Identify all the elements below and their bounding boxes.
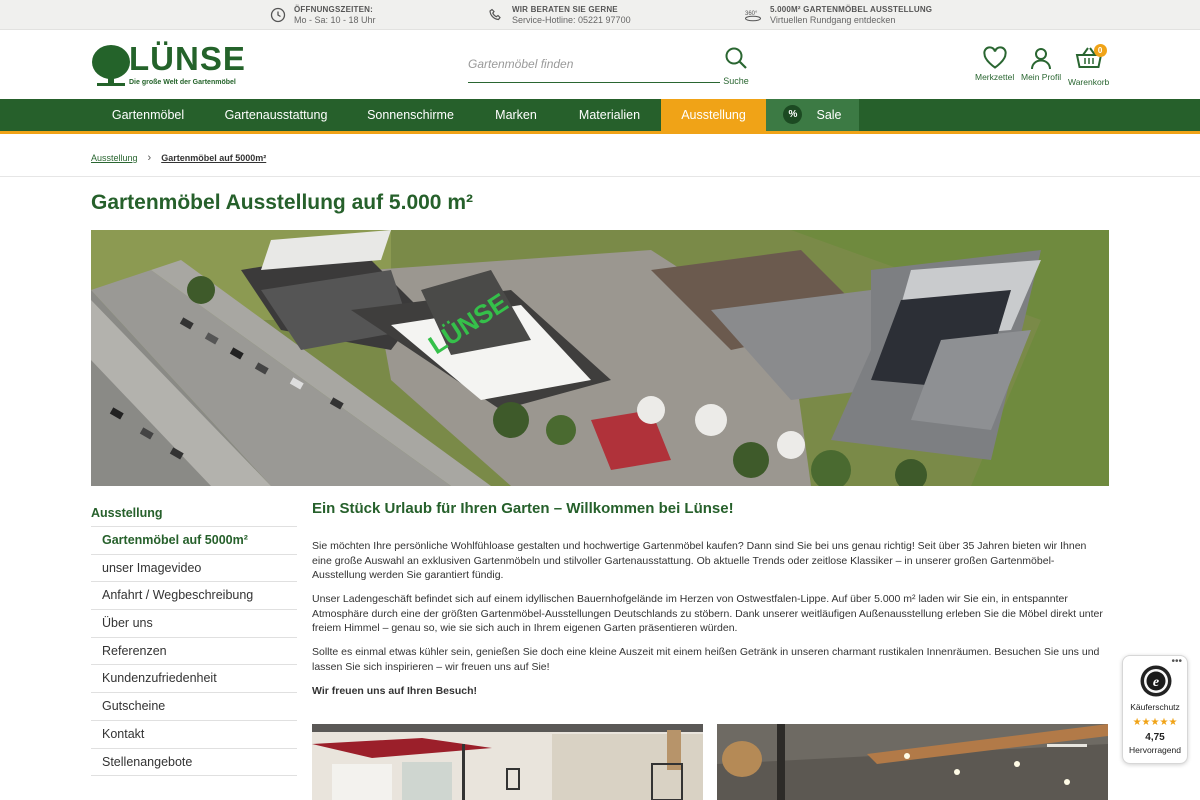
virtual-tour-link[interactable]: 360° 5.000m² GARTENMÖBEL AUSSTELLUNG Vir… [744,4,932,26]
rating-score: 4,75 [1145,732,1165,743]
sidebar-item-kontakt[interactable]: Kontakt [91,721,297,749]
cart-button[interactable]: 0 Warenkorb [1068,44,1110,87]
opening-hours-title: ÖFFNUNGSZEITEN: [294,5,373,14]
chevron-right-icon: › [147,152,152,164]
nav-item-gartenausstattung[interactable]: Gartenausstattung [205,99,347,131]
sidebar: Ausstellung Gartenmöbel auf 5000m² unser… [91,500,297,777]
sidebar-item-gartenmoebel-5000[interactable]: Gartenmöbel auf 5000m² [91,527,297,555]
badge-menu-icon[interactable]: ••• [1171,656,1182,667]
showroom-interior-illustration [717,724,1108,800]
profile-label: Mein Profil [1021,72,1062,82]
breadcrumb-ausstellung[interactable]: Ausstellung [91,153,138,163]
trusted-shops-seal-icon: e [1140,665,1172,697]
content-paragraph: Sie möchten Ihre persönliche Wohlfühloas… [312,540,1087,581]
tour-title: 5.000m² GARTENMÖBEL AUSSTELLUNG [770,5,933,14]
cart-count-badge: 0 [1093,44,1107,57]
search-input[interactable] [468,51,720,77]
phone-icon [489,8,501,21]
sidebar-item-anfahrt[interactable]: Anfahrt / Wegbeschreibung [91,582,297,611]
nav-item-ausstellung[interactable]: Ausstellung [661,99,766,131]
trust-label: Käuferschutz [1130,702,1180,712]
nav-item-sale[interactable]: % Sale [766,99,859,131]
clock-icon [270,7,286,23]
search-label: Suche [723,76,749,86]
hero-aerial-image: LÜNSE [91,230,1109,486]
rating-text: Hervorragend [1129,745,1181,755]
sidebar-item-ueber-uns[interactable]: Über uns [91,610,297,638]
user-icon [1031,48,1052,70]
nav-item-sonnenschirme[interactable]: Sonnenschirme [347,99,474,131]
content-heading: Ein Stück Urlaub für Ihren Garten – Will… [312,500,734,517]
tour-text: Virtuellen Rundgang entdecken [770,15,896,25]
main-navigation: Gartenmöbel Gartenausstattung Sonnenschi… [0,99,1200,134]
main-content: Ein Stück Urlaub für Ihren Garten – Will… [312,500,1108,708]
cart-label: Warenkorb [1068,77,1110,87]
search-box [468,51,720,83]
tree-logo-icon [92,45,130,86]
sidebar-item-gutscheine[interactable]: Gutscheine [91,693,297,721]
hotline-title: WIR BERATEN SIE GERNE [512,5,618,14]
opening-hours-text: Mo - Sa: 10 - 18 Uhr [294,15,376,25]
top-info-bar: ÖFFNUNGSZEITEN: Mo - Sa: 10 - 18 Uhr WIR… [0,0,1200,30]
site-logo[interactable]: LÜNSE Die große Welt der Gartenmöbel [91,40,251,90]
logo-wordmark: LÜNSE [129,40,246,77]
search-icon [725,47,747,69]
search-button[interactable]: Suche [722,46,750,86]
trust-badge[interactable]: ••• e Käuferschutz ★★★★★ 4,75 Hervorrage… [1122,655,1188,764]
content-closing: Wir freuen uns auf Ihren Besuch! [312,684,478,697]
showroom-image-2 [717,724,1108,800]
wishlist-label: Merkzettel [975,72,1015,82]
hotline-text: Service-Hotline: 05221 97700 [512,15,631,25]
nav-item-gartenmoebel[interactable]: Gartenmöbel [91,99,205,131]
nav-item-materialien[interactable]: Materialien [558,99,661,131]
logo-tagline: Die große Welt der Gartenmöbel [129,79,236,86]
svg-text:e: e [1153,675,1159,690]
rating-stars: ★★★★★ [1132,717,1178,728]
sidebar-heading[interactable]: Ausstellung [91,500,297,527]
nav-item-marken[interactable]: Marken [474,99,558,131]
sale-label: Sale [816,108,842,122]
page-title: Gartenmöbel Ausstellung auf 5.000 m² [91,191,473,214]
percent-icon: % [783,105,803,125]
breadcrumb-bar: Ausstellung › Gartenmöbel auf 5000m² [0,137,1200,177]
opening-hours: ÖFFNUNGSZEITEN: Mo - Sa: 10 - 18 Uhr [270,4,376,26]
showroom-image-1 [312,724,703,800]
aerial-photo-illustration: LÜNSE [91,230,1109,486]
content-paragraph: Sollte es einmal etwas kühler sein, geni… [312,646,1100,673]
sidebar-item-kundenzufriedenheit[interactable]: Kundenzufriedenheit [91,665,297,694]
site-header: LÜNSE Die große Welt der Gartenmöbel Suc… [0,31,1200,99]
service-hotline[interactable]: WIR BERATEN SIE GERNE Service-Hotline: 0… [488,4,631,26]
breadcrumb: Ausstellung › Gartenmöbel auf 5000m² [91,152,266,164]
heart-icon [983,46,1007,69]
sidebar-item-stellenangebote[interactable]: Stellenangebote [91,749,297,777]
breadcrumb-current[interactable]: Gartenmöbel auf 5000m² [161,153,266,163]
sidebar-item-imagevideo[interactable]: unser Imagevideo [91,555,297,583]
360-icon: 360° [745,11,761,22]
profile-button[interactable]: Mein Profil [1021,46,1061,82]
content-paragraph: Unser Ladengeschäft befindet sich auf ei… [312,593,1103,634]
wishlist-button[interactable]: Merkzettel [975,46,1014,82]
sidebar-item-referenzen[interactable]: Referenzen [91,638,297,666]
showroom-photo-illustration [312,724,703,800]
